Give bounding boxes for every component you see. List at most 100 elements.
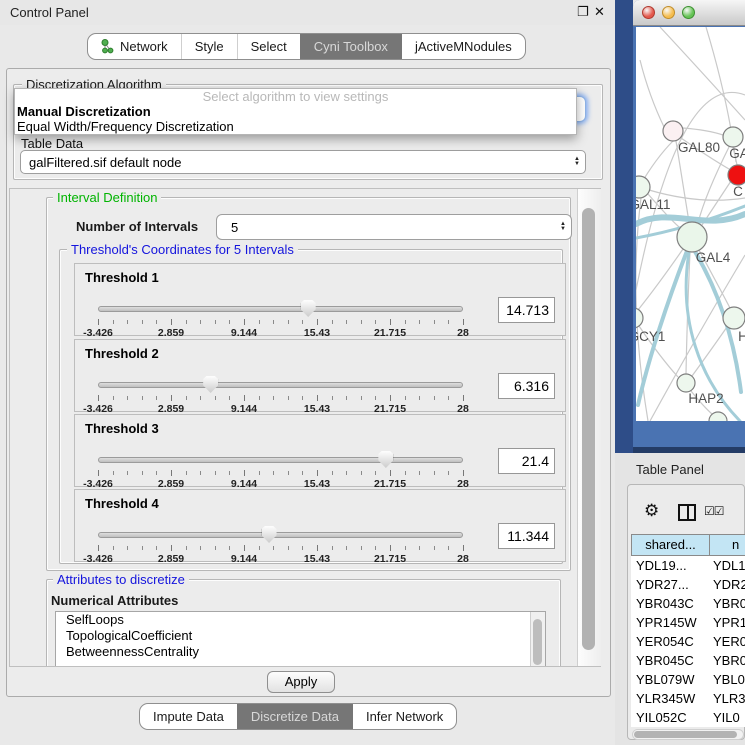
slider-thumb[interactable] (301, 300, 316, 317)
table-cell[interactable]: YBR0 (709, 651, 745, 670)
table-cell[interactable]: YIL0 (709, 708, 745, 727)
table-row[interactable]: YLR345WYLR3 (631, 689, 745, 708)
tab-impute-data[interactable]: Impute Data (140, 704, 237, 729)
threshold-slider[interactable]: -3.4262.8599.14415.4321.71528 (98, 524, 463, 562)
table-row[interactable]: YER054CYER0 (631, 632, 745, 651)
table-column-header-1[interactable]: shared... (631, 534, 709, 556)
network-canvas[interactable]: GAL80GACGAL11GAL4GCY1HHAP2 (636, 27, 745, 421)
table-cell[interactable]: YPR145W (631, 613, 709, 632)
close-traffic-light[interactable] (642, 6, 655, 19)
algorithm-option-equal-width-frequency-discretization[interactable]: Equal Width/Frequency Discretization (15, 119, 576, 134)
algorithm-prompt-option[interactable]: Select algorithm to view settings (15, 89, 576, 104)
scrollbar-thumb[interactable] (582, 208, 595, 650)
threshold-coordinates-title: Threshold's Coordinates for 5 Intervals (67, 242, 298, 257)
network-node-c[interactable] (728, 165, 745, 185)
float-window-icon[interactable]: ❐ (577, 4, 589, 20)
table-cell[interactable]: YBL0 (709, 670, 745, 689)
close-window-icon[interactable]: ✕ (594, 4, 605, 20)
table-cell[interactable]: YPR1 (709, 613, 745, 632)
slider-tick (171, 470, 172, 476)
slider-track[interactable] (98, 457, 463, 463)
table-cell[interactable]: YBR045C (631, 651, 709, 670)
network-edge[interactable] (640, 60, 668, 135)
settings-scrollbar[interactable] (577, 189, 601, 666)
minimize-traffic-light[interactable] (662, 6, 675, 19)
table-cell[interactable]: YBL079W (631, 670, 709, 689)
table-cell[interactable]: YDL1 (709, 556, 745, 575)
scrollbar-thumb[interactable] (533, 619, 542, 665)
threshold-value-field[interactable]: 21.4 (498, 448, 555, 474)
slider-track[interactable] (98, 532, 463, 538)
slider-tick (244, 395, 245, 401)
node-label: GCY1 (636, 329, 665, 344)
tab-infer-network[interactable]: Infer Network (352, 704, 456, 729)
network-node-gal4[interactable] (677, 222, 707, 252)
tab-select[interactable]: Select (237, 34, 300, 59)
tab-jactivemnodules[interactable]: jActiveMNodules (401, 34, 525, 59)
table-cell[interactable]: YLR345W (631, 689, 709, 708)
slider-thumb[interactable] (203, 376, 218, 393)
threshold-slider[interactable]: -3.4262.8599.14415.4321.71528 (98, 298, 463, 336)
attribute-item-selfloops[interactable]: SelfLoops (56, 612, 545, 628)
network-edge[interactable] (698, 145, 730, 223)
combobox-spinner-icon[interactable]: ▲▼ (569, 157, 585, 167)
attribute-item-betweennesscentrality[interactable]: BetweennessCentrality (56, 644, 545, 660)
threshold-slider[interactable]: -3.4262.8599.14415.4321.71528 (98, 374, 463, 412)
threshold-slider[interactable]: -3.4262.8599.14415.4321.71528 (98, 449, 463, 487)
table-cell[interactable]: YLR3 (709, 689, 745, 708)
attributes-list-scrollbar[interactable] (530, 612, 545, 667)
slider-tick (113, 396, 114, 400)
combobox-spinner-icon[interactable]: ▲▼ (555, 222, 571, 232)
table-cell[interactable]: YBR043C (631, 594, 709, 613)
table-column-header-2[interactable]: n (709, 534, 745, 556)
apply-button[interactable]: Apply (267, 671, 335, 693)
table-cell[interactable]: YDR27... (631, 575, 709, 594)
threshold-value-field[interactable]: 11.344 (498, 523, 555, 549)
table-cell[interactable]: YER054C (631, 632, 709, 651)
table-data-combobox[interactable]: galFiltered.sif default node ▲▼ (20, 150, 586, 174)
table-horizontal-scrollbar[interactable] (632, 729, 744, 740)
attribute-item-topologicalcoefficient[interactable]: TopologicalCoefficient (56, 628, 545, 644)
slider-thumb[interactable] (262, 526, 277, 543)
tab-discretize-data[interactable]: Discretize Data (237, 704, 352, 729)
table-cell[interactable]: YDL19... (631, 556, 709, 575)
table-row[interactable]: YDR27...YDR2 (631, 575, 745, 594)
slider-tick (302, 396, 303, 400)
scrollbar-thumb[interactable] (634, 731, 737, 738)
network-edge[interactable] (660, 27, 745, 120)
tab-cyni-toolbox[interactable]: Cyni Toolbox (300, 34, 401, 59)
table-cell[interactable]: YBR0 (709, 594, 745, 613)
slider-tick (259, 471, 260, 475)
table-cell[interactable]: YER0 (709, 632, 745, 651)
table-cell[interactable]: YDR2 (709, 575, 745, 594)
numerical-attributes-label: Numerical Attributes (51, 593, 178, 608)
number-of-intervals-combobox[interactable]: 5 ▲▼ (216, 214, 572, 240)
table-row[interactable]: YPR145WYPR1 (631, 613, 745, 632)
network-node-hap2[interactable] (677, 374, 695, 392)
threshold-value-field[interactable]: 14.713 (498, 297, 555, 323)
gear-icon[interactable]: ⚙ (644, 502, 659, 519)
table-row[interactable]: YBR045CYBR0 (631, 651, 745, 670)
network-node-gcy1[interactable] (636, 308, 643, 328)
network-edge[interactable] (683, 128, 723, 135)
zoom-traffic-light[interactable] (682, 6, 695, 19)
slider-track[interactable] (98, 306, 463, 312)
node-table[interactable]: shared...n YDL19...YDL1YDR27...YDR2YBR04… (631, 534, 745, 727)
slider-track[interactable] (98, 382, 463, 388)
numerical-attributes-list[interactable]: SelfLoopsTopologicalCoefficientBetweenne… (55, 611, 546, 667)
slider-thumb[interactable] (378, 451, 393, 468)
network-node-ga[interactable] (723, 127, 743, 147)
network-node-h[interactable] (723, 307, 745, 329)
network-node-gal80[interactable] (663, 121, 683, 141)
algorithm-option-manual-discretization[interactable]: Manual Discretization (15, 104, 576, 119)
table-row[interactable]: YBL079WYBL0 (631, 670, 745, 689)
table-row[interactable]: YDL19...YDL1 (631, 556, 745, 575)
tab-style[interactable]: Style (181, 34, 237, 59)
table-row[interactable]: YIL052CYIL0 (631, 708, 745, 727)
checkboxes-icon[interactable]: ☑☑ (704, 504, 724, 518)
columns-icon[interactable] (678, 504, 696, 521)
table-cell[interactable]: YIL052C (631, 708, 709, 727)
threshold-value-field[interactable]: 6.316 (498, 373, 555, 399)
table-row[interactable]: YBR043CYBR0 (631, 594, 745, 613)
tab-network[interactable]: Network (88, 34, 181, 59)
